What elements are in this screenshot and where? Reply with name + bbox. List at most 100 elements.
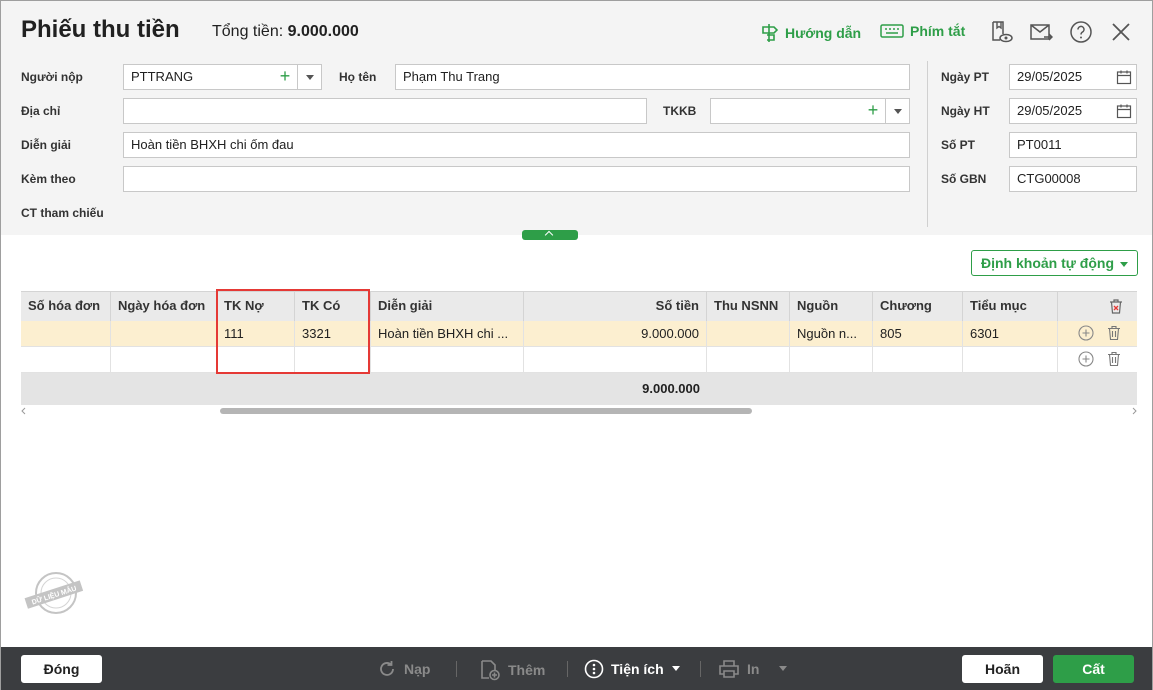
table-cell[interactable]: 9.000.000 xyxy=(524,321,707,347)
help-icon[interactable] xyxy=(1069,20,1093,44)
separator xyxy=(456,661,457,677)
row-actions xyxy=(1058,321,1137,347)
view-document-icon[interactable] xyxy=(989,20,1013,44)
horizontal-scrollbar[interactable] xyxy=(21,406,1137,416)
collapse-header-button[interactable] xyxy=(522,230,578,240)
chevron-down-icon[interactable] xyxy=(885,99,909,123)
signpost-icon xyxy=(762,24,779,42)
table-cell[interactable] xyxy=(111,321,217,347)
guide-link[interactable]: Hướng dẫn xyxy=(761,23,861,43)
add-tkkb-icon[interactable]: + xyxy=(862,99,884,123)
date-pt-value: 29/05/2025 xyxy=(1017,69,1083,84)
add-payer-icon[interactable]: + xyxy=(274,65,296,89)
date-pt-label: Ngày PT xyxy=(941,70,990,84)
add-document-icon xyxy=(481,660,500,681)
payer-value: PTTRANG xyxy=(131,69,194,84)
calendar-icon[interactable] xyxy=(1116,69,1132,85)
separator xyxy=(567,661,568,677)
shortcut-label: Phím tắt xyxy=(910,23,966,39)
total-amount: 9.000.000 xyxy=(642,381,700,396)
column-header[interactable]: Nguồn xyxy=(790,291,873,321)
table-cell[interactable] xyxy=(524,347,707,373)
guide-label: Hướng dẫn xyxy=(785,25,862,41)
table-cell[interactable] xyxy=(371,347,524,373)
no-gbn-field[interactable]: CTG00008 xyxy=(1009,166,1137,192)
table-cell[interactable] xyxy=(963,347,1058,373)
table-cell[interactable] xyxy=(790,347,873,373)
total-row: 9.000.000 xyxy=(21,373,1137,405)
attachment-label: Kèm theo xyxy=(21,172,76,186)
refresh-icon xyxy=(380,661,394,676)
utility-dropdown[interactable]: Tiện ích xyxy=(584,659,681,679)
scroll-right-icon[interactable] xyxy=(1131,407,1137,415)
no-gbn-label: Số GBN xyxy=(941,172,987,186)
delete-all-icon[interactable] xyxy=(1108,298,1124,315)
name-field[interactable]: Phạm Thu Trang xyxy=(395,64,910,90)
table-cell[interactable] xyxy=(21,347,111,373)
auto-entry-dropdown[interactable]: Định khoản tự động xyxy=(971,250,1138,276)
table-cell[interactable] xyxy=(707,347,790,373)
name-label: Họ tên xyxy=(339,70,377,84)
table-cell[interactable] xyxy=(21,321,111,347)
table-cell[interactable] xyxy=(707,321,790,347)
column-header[interactable]: Diễn giải xyxy=(371,291,524,321)
close-button[interactable]: Đóng xyxy=(21,655,102,683)
printer-icon xyxy=(719,660,739,678)
tkkb-combo[interactable]: + xyxy=(710,98,910,124)
reload-button[interactable]: Nạp xyxy=(377,659,430,679)
column-header[interactable]: Số tiền xyxy=(524,291,707,321)
scrollbar-thumb[interactable] xyxy=(220,408,752,414)
table-cell[interactable]: 6301 xyxy=(963,321,1058,347)
sample-data-stamp: DỮ LIỆU MẪU xyxy=(24,572,84,614)
calendar-icon[interactable] xyxy=(1116,103,1132,119)
footer-toolbar: Đóng Nạp Thêm Tiện ích In Hoãn Cất xyxy=(1,647,1152,690)
caret-down-icon xyxy=(779,666,788,671)
total-label: Tổng tiền: xyxy=(212,23,284,40)
table-cell[interactable]: Nguồn n... xyxy=(790,321,873,347)
shortcut-link[interactable]: Phím tắt xyxy=(880,23,965,39)
payer-combo[interactable]: PTTRANG + xyxy=(123,64,322,90)
column-header[interactable]: Ngày hóa đơn xyxy=(111,291,217,321)
no-pt-label: Số PT xyxy=(941,138,976,152)
table-cell[interactable]: 805 xyxy=(873,321,963,347)
no-pt-field[interactable]: PT0011 xyxy=(1009,132,1137,158)
address-field[interactable] xyxy=(123,98,647,124)
keyboard-icon xyxy=(880,24,904,38)
column-header[interactable]: Chương xyxy=(873,291,963,321)
print-dropdown[interactable]: In xyxy=(718,659,788,679)
description-field[interactable]: Hoàn tiền BHXH chi ốm đau xyxy=(123,132,910,158)
cancel-button[interactable]: Hoãn xyxy=(962,655,1043,683)
column-header[interactable]: Số hóa đơn xyxy=(21,291,111,321)
description-label: Diễn giải xyxy=(21,138,72,152)
table-cell[interactable] xyxy=(873,347,963,373)
add-row-icon[interactable] xyxy=(1078,325,1094,341)
delete-row-icon[interactable] xyxy=(1106,325,1122,341)
total-summary: Tổng tiền: 9.000.000 xyxy=(212,23,359,41)
table-cell[interactable] xyxy=(111,347,217,373)
date-ht-label: Ngày HT xyxy=(941,104,990,118)
reload-label: Nạp xyxy=(404,661,431,677)
scroll-left-icon[interactable] xyxy=(21,407,27,415)
divider xyxy=(927,61,928,227)
more-options-icon xyxy=(584,659,604,679)
table-cell[interactable]: Hoàn tiền BHXH chi ... xyxy=(371,321,524,347)
date-ht-field[interactable]: 29/05/2025 xyxy=(1009,98,1137,124)
save-button[interactable]: Cất xyxy=(1053,655,1134,683)
column-header[interactable]: Thu NSNN xyxy=(707,291,790,321)
total-value: 9.000.000 xyxy=(287,23,359,40)
date-pt-field[interactable]: 29/05/2025 xyxy=(1009,64,1137,90)
reference-label[interactable]: CT tham chiếu xyxy=(21,206,104,220)
tkkb-label: TKKB xyxy=(663,104,697,118)
delete-row-icon[interactable] xyxy=(1106,351,1122,367)
attachment-field[interactable] xyxy=(123,166,910,192)
address-label: Địa chỉ xyxy=(21,104,61,118)
separator xyxy=(700,661,701,677)
add-row-icon[interactable] xyxy=(1078,351,1094,367)
send-mail-icon[interactable] xyxy=(1029,20,1053,44)
receipt-window: Phiếu thu tiền Tổng tiền: 9.000.000 Hướn… xyxy=(0,0,1153,690)
close-icon[interactable] xyxy=(1109,20,1133,44)
column-header[interactable]: Tiểu mục xyxy=(963,291,1058,321)
add-button[interactable]: Thêm xyxy=(479,659,545,681)
chevron-down-icon[interactable] xyxy=(297,65,321,89)
caret-down-icon xyxy=(671,666,680,671)
